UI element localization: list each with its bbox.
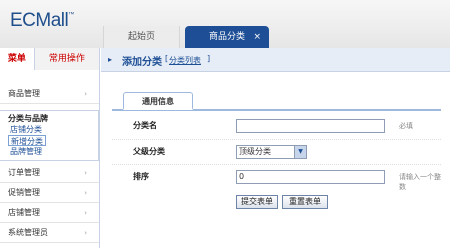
sidebar-subitem-brand-management[interactable]: 品牌管理 bbox=[8, 146, 98, 157]
chevron-down-icon[interactable]: ▼ bbox=[294, 146, 306, 158]
form-row-sort: 排序 0 请输入一个整数 bbox=[112, 164, 441, 191]
sidebar-item-goods[interactable]: 商品管理 › bbox=[0, 84, 99, 104]
parent-category-select[interactable]: 顶级分类 ▼ bbox=[236, 145, 307, 159]
integer-hint: 请输入一个整数 bbox=[399, 173, 441, 191]
sidebar-item-label: 商品管理 bbox=[8, 89, 40, 98]
sidebar-tab-common-actions[interactable]: 常用操作 bbox=[34, 48, 99, 70]
top-header: ECMall™ 起始页 商品分类 × bbox=[0, 0, 450, 48]
submit-button[interactable]: 提交表单 bbox=[236, 195, 278, 209]
category-name-input[interactable] bbox=[236, 119, 385, 133]
sidebar-group-category-brand: 分类与品牌 店铺分类 新增分类 品牌管理 bbox=[0, 110, 99, 161]
tab-general-info[interactable]: 通用信息 bbox=[123, 92, 193, 110]
category-list-link[interactable]: 分类列表 bbox=[169, 55, 201, 66]
sidebar-item-promotions[interactable]: 促销管理 › bbox=[0, 183, 99, 203]
chevron-right-icon: › bbox=[84, 189, 87, 197]
close-icon[interactable]: × bbox=[253, 26, 261, 48]
chevron-right-icon: › bbox=[84, 169, 87, 177]
chevron-right-icon: › bbox=[84, 90, 87, 98]
sidebar-tabs: 菜单 常用操作 bbox=[0, 48, 99, 70]
tab-goods-category-label: 商品分类 bbox=[208, 32, 245, 42]
sort-label: 排序 bbox=[133, 172, 149, 181]
main-content: ▸ 添加分类 [ 分类列表 ] 通用信息 分类名 必填 父级分类 顶级分类 ▼ … bbox=[101, 48, 450, 248]
sidebar-subitem-add-category[interactable]: 新增分类 bbox=[8, 135, 46, 146]
page-tabs: 起始页 商品分类 × bbox=[103, 26, 450, 48]
tab-start-page-label: 起始页 bbox=[127, 32, 155, 42]
sort-order-input[interactable]: 0 bbox=[236, 170, 385, 184]
sidebar-item-stores[interactable]: 店铺管理 › bbox=[0, 203, 99, 223]
logo-trademark: ™ bbox=[68, 11, 74, 18]
form-row-name: 分类名 必填 bbox=[112, 114, 441, 139]
chevron-right-icon: › bbox=[84, 209, 87, 217]
required-hint: 必填 bbox=[399, 122, 413, 130]
sidebar-group-title[interactable]: 分类与品牌 bbox=[8, 113, 98, 124]
parent-label: 父级分类 bbox=[133, 147, 165, 156]
sidebar-item-label: 促销管理 bbox=[8, 188, 40, 197]
sidebar-item-label: 系统管理员 bbox=[8, 228, 48, 237]
sidebar-item-label: 店铺管理 bbox=[8, 208, 40, 217]
sidebar-tab-menu[interactable]: 菜单 bbox=[0, 48, 35, 70]
parent-category-value: 顶级分类 bbox=[239, 147, 271, 156]
sidebar-subitem-store-category[interactable]: 店铺分类 bbox=[8, 124, 98, 135]
ecmall-logo[interactable]: ECMall™ bbox=[10, 10, 74, 32]
reset-button[interactable]: 重置表单 bbox=[282, 195, 328, 209]
tab-goods-category[interactable]: 商品分类 × bbox=[185, 26, 269, 48]
arrow-bullet-icon: ▸ bbox=[108, 55, 113, 64]
logo-text: ECMall bbox=[10, 10, 69, 31]
form-row-parent: 父级分类 顶级分类 ▼ bbox=[112, 139, 441, 164]
sidebar: 菜单 常用操作 商品管理 › 分类与品牌 店铺分类 新增分类 品牌管理 订单管理… bbox=[0, 48, 100, 248]
page-title-bar: ▸ 添加分类 [ 分类列表 ] bbox=[101, 48, 450, 72]
name-label: 分类名 bbox=[133, 121, 157, 130]
tab-start-page[interactable]: 起始页 bbox=[103, 26, 180, 48]
chevron-right-icon: › bbox=[84, 229, 87, 237]
page-title: 添加分类 bbox=[122, 57, 162, 68]
bracket-right: ] bbox=[207, 54, 211, 63]
sidebar-item-label: 订单管理 bbox=[8, 168, 40, 177]
sidebar-item-system-admin[interactable]: 系统管理员 › bbox=[0, 223, 99, 243]
sidebar-item-orders[interactable]: 订单管理 › bbox=[0, 163, 99, 183]
bracket-left: [ bbox=[165, 54, 169, 63]
